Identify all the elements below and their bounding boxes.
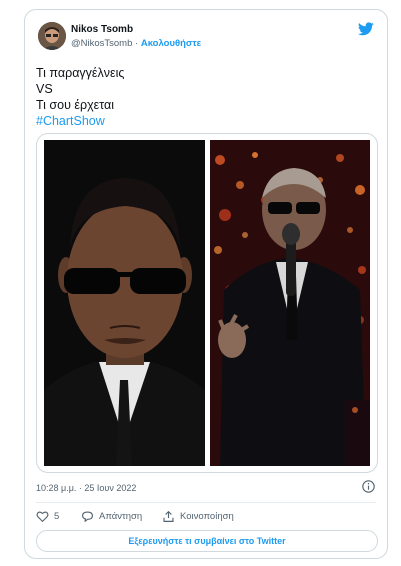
tweet-media[interactable] — [36, 133, 378, 473]
tweet-timestamp[interactable]: 10:28 μ.μ. · 25 Ιουν 2022 — [36, 483, 136, 493]
info-icon[interactable] — [362, 480, 375, 493]
share-button[interactable]: Κοινοποίηση — [162, 510, 234, 523]
author-handle-row: @NikosTsomb · Ακολουθήστε — [71, 38, 201, 49]
tweet-line: VS — [36, 82, 53, 96]
divider — [36, 502, 376, 503]
share-icon — [163, 511, 174, 522]
tweet-line: Τι σου έρχεται — [36, 98, 114, 112]
author-name[interactable]: Nikos Tsomb — [71, 24, 133, 35]
like-count: 5 — [54, 511, 60, 522]
reply-bubble-icon — [82, 511, 93, 522]
share-label: Κοινοποίηση — [180, 511, 234, 522]
reply-button[interactable]: Απάντηση — [81, 510, 142, 523]
heart-icon — [36, 511, 49, 522]
handle-separator: · — [135, 38, 139, 49]
tweet-line: Τι παραγγέλνεις — [36, 66, 125, 80]
like-button[interactable]: 5 — [36, 510, 59, 523]
hashtag-link[interactable]: #ChartShow — [36, 113, 124, 129]
twitter-bird-icon[interactable] — [358, 22, 374, 36]
follow-link[interactable]: Ακολουθήστε — [141, 38, 201, 49]
media-photo-right[interactable] — [210, 140, 370, 466]
reply-label: Απάντηση — [99, 511, 143, 522]
media-photo-left[interactable] — [44, 140, 205, 466]
avatar[interactable] — [38, 22, 66, 50]
tweet-card: Nikos Tsomb @NikosTsomb · Ακολουθήστε Τι… — [24, 9, 388, 559]
explore-button[interactable]: Εξερευνήστε τι συμβαίνει στο Twitter — [36, 530, 378, 552]
tweet-text: Τι παραγγέλνεις VS Τι σου έρχεται #Chart… — [36, 65, 124, 129]
author-handle[interactable]: @NikosTsomb — [71, 38, 132, 49]
